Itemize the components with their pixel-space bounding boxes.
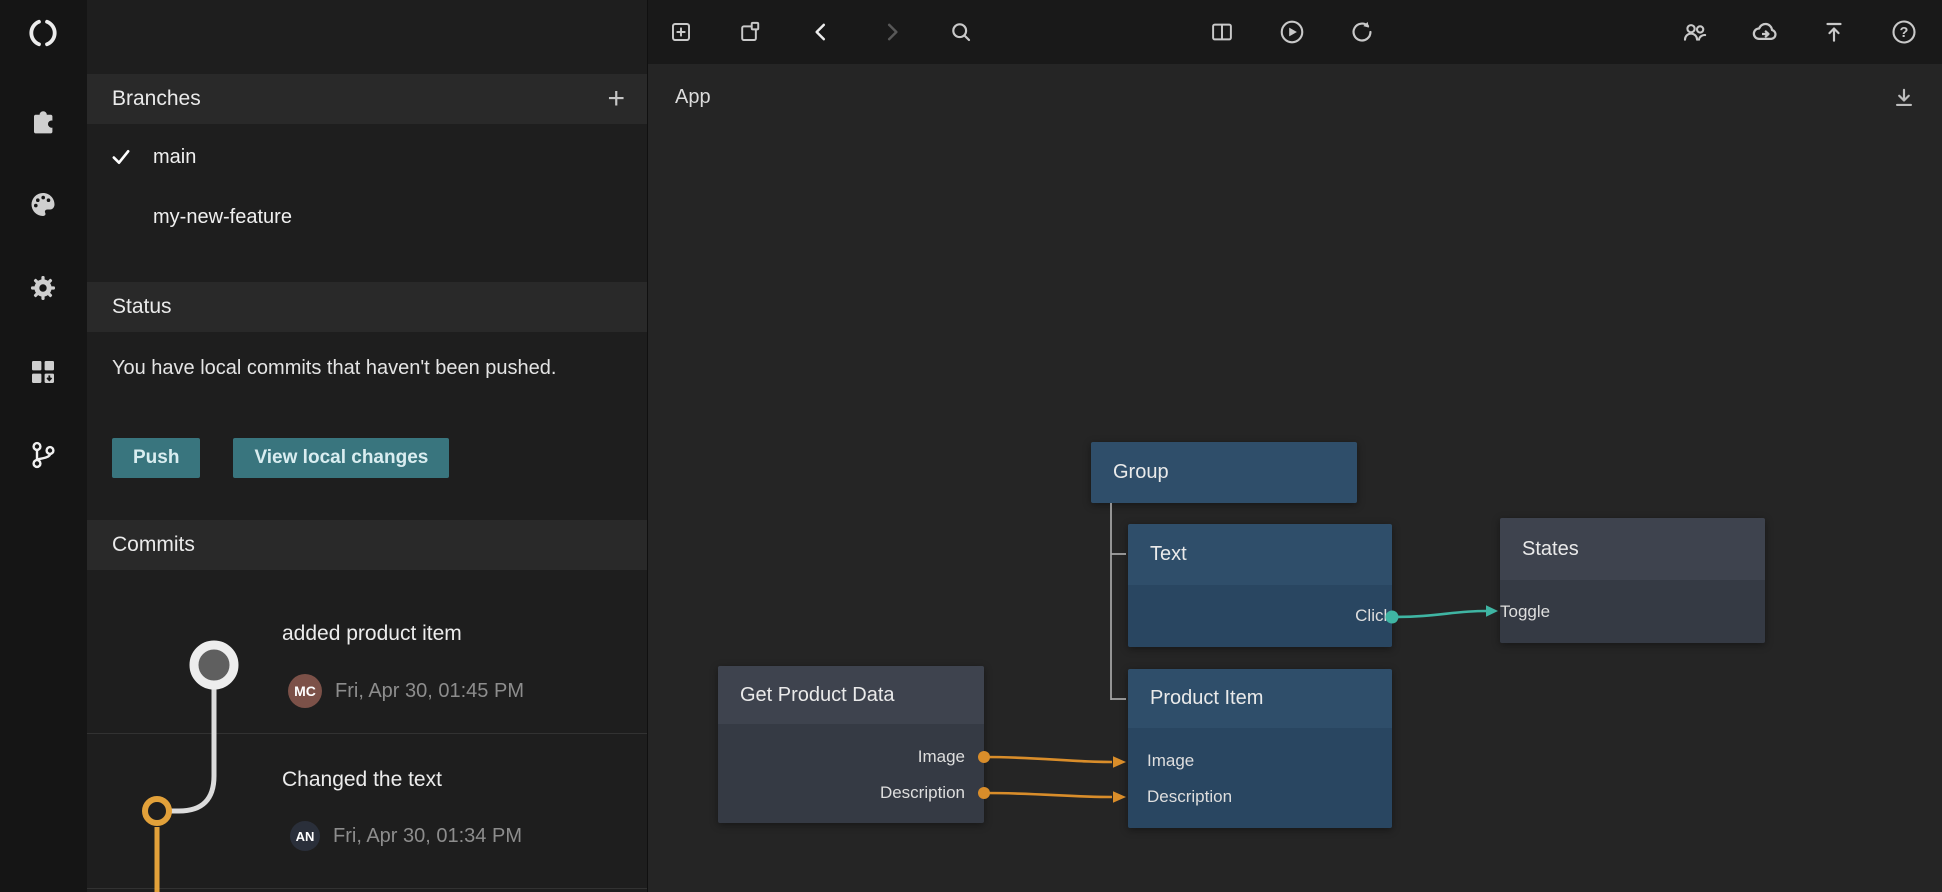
node-product-item[interactable]: Product Item Image Description [1128, 669, 1392, 828]
split-view-icon [1209, 19, 1235, 45]
status-section-header: Status [87, 282, 647, 332]
app-logo-button[interactable] [23, 13, 63, 53]
wire-description [984, 793, 1112, 797]
node-text[interactable]: Text Click [1128, 524, 1392, 647]
components-button[interactable] [23, 100, 63, 140]
back-chevron-icon [808, 19, 834, 45]
settings-button[interactable] [23, 268, 63, 308]
help-icon: ? [1890, 18, 1918, 46]
commit-date: Fri, Apr 30, 01:45 PM [335, 680, 524, 703]
commit-meta: AN Fri, Apr 30, 01:34 PM [290, 821, 522, 851]
version-control-panel: Branches + main my-new-feature Status Yo… [87, 0, 648, 892]
settings-gear-icon [27, 272, 59, 304]
navigate-back-button[interactable] [801, 12, 841, 52]
wire-arrowhead [1486, 605, 1498, 617]
preview-play-icon [1278, 18, 1306, 46]
commit-node-previous [145, 799, 169, 823]
input-port-description[interactable]: Description [1128, 779, 1392, 815]
component-breadcrumb: App [675, 86, 711, 109]
deploy-upload-icon [1821, 19, 1847, 45]
collaborators-button[interactable] [1675, 12, 1715, 52]
node-library-icon [27, 356, 59, 388]
add-node-icon [668, 19, 694, 45]
refresh-icon [1349, 19, 1375, 45]
styles-button[interactable] [23, 184, 63, 224]
help-button[interactable]: ? [1884, 12, 1924, 52]
svg-text:?: ? [1900, 25, 1909, 41]
version-control-button[interactable] [23, 435, 63, 475]
avatar: AN [290, 821, 320, 851]
split-view-button[interactable] [1202, 12, 1242, 52]
commits-list: added product item MC Fri, Apr 30, 01:45… [87, 570, 647, 892]
current-branch-check-icon [110, 146, 132, 168]
status-message: You have local commits that haven't been… [112, 352, 590, 385]
version-control-branch-icon [27, 439, 59, 471]
forward-chevron-icon [879, 19, 905, 45]
commit-message: Changed the text [282, 768, 442, 792]
node-title[interactable]: Text [1128, 524, 1392, 585]
add-branch-button[interactable]: + [607, 84, 625, 114]
avatar: MC [288, 674, 322, 708]
refresh-preview-button[interactable] [1342, 12, 1382, 52]
commit-node-head [194, 645, 234, 685]
branches-section-header: Branches + [87, 74, 647, 124]
status-actions: Push View local changes [112, 438, 449, 478]
node-get-product-data[interactable]: Get Product Data Image Description [718, 666, 984, 823]
push-button[interactable]: Push [112, 438, 200, 478]
input-port-image[interactable]: Image [1128, 743, 1392, 779]
view-local-changes-button[interactable]: View local changes [233, 438, 449, 478]
output-port-image[interactable]: Image [718, 739, 984, 775]
input-port-toggle[interactable]: Toggle [1500, 580, 1765, 643]
add-node-button[interactable] [661, 12, 701, 52]
component-icon [737, 19, 763, 45]
create-component-button[interactable] [730, 12, 770, 52]
commit-graph [87, 570, 307, 892]
wire-arrowhead [1113, 791, 1126, 803]
branch-item-my-new-feature[interactable]: my-new-feature [87, 195, 647, 239]
cloud-sync-icon [1750, 17, 1780, 47]
components-puzzle-icon [27, 104, 59, 136]
search-icon [948, 19, 974, 45]
node-title[interactable]: Get Product Data [718, 666, 984, 724]
output-port-description[interactable]: Description [718, 775, 984, 811]
node-states[interactable]: States Toggle [1500, 518, 1765, 643]
styles-palette-icon [27, 188, 59, 220]
wire-click-toggle [1392, 611, 1486, 617]
output-port-click[interactable]: Click [1128, 585, 1392, 647]
node-group[interactable]: Group [1091, 442, 1357, 503]
node-title[interactable]: Group [1091, 442, 1357, 503]
activity-bar [0, 0, 87, 892]
app-logo-icon [26, 16, 60, 50]
commits-title: Commits [112, 533, 195, 557]
deploy-button[interactable] [1814, 12, 1854, 52]
preview-play-button[interactable] [1272, 12, 1312, 52]
status-title: Status [112, 295, 172, 319]
node-canvas[interactable]: App Group Text Click [648, 64, 1942, 892]
navigate-forward-button[interactable] [872, 12, 912, 52]
wire-image [984, 757, 1112, 762]
wire-arrowhead [1113, 756, 1126, 768]
collaborators-icon [1681, 18, 1709, 46]
editor-toolbar: ? [648, 0, 1942, 64]
branch-name: main [153, 146, 196, 169]
commit-date: Fri, Apr 30, 01:34 PM [333, 825, 522, 848]
node-title[interactable]: States [1500, 518, 1765, 580]
cloud-sync-button[interactable] [1745, 12, 1785, 52]
node-title[interactable]: Product Item [1128, 669, 1392, 728]
download-icon [1891, 85, 1917, 111]
main-area: ? App Group Text [648, 0, 1942, 892]
search-button[interactable] [941, 12, 981, 52]
branch-item-main[interactable]: main [87, 135, 647, 179]
commit-graph-main-line [171, 690, 214, 811]
download-button[interactable] [1884, 78, 1924, 118]
commits-section-header: Commits [87, 520, 647, 570]
commit-meta: MC Fri, Apr 30, 01:45 PM [288, 674, 524, 708]
node-library-button[interactable] [23, 352, 63, 392]
app-window: Branches + main my-new-feature Status Yo… [0, 0, 1942, 892]
commit-message: added product item [282, 622, 462, 646]
branches-title: Branches [112, 87, 201, 111]
branch-name: my-new-feature [153, 206, 292, 229]
